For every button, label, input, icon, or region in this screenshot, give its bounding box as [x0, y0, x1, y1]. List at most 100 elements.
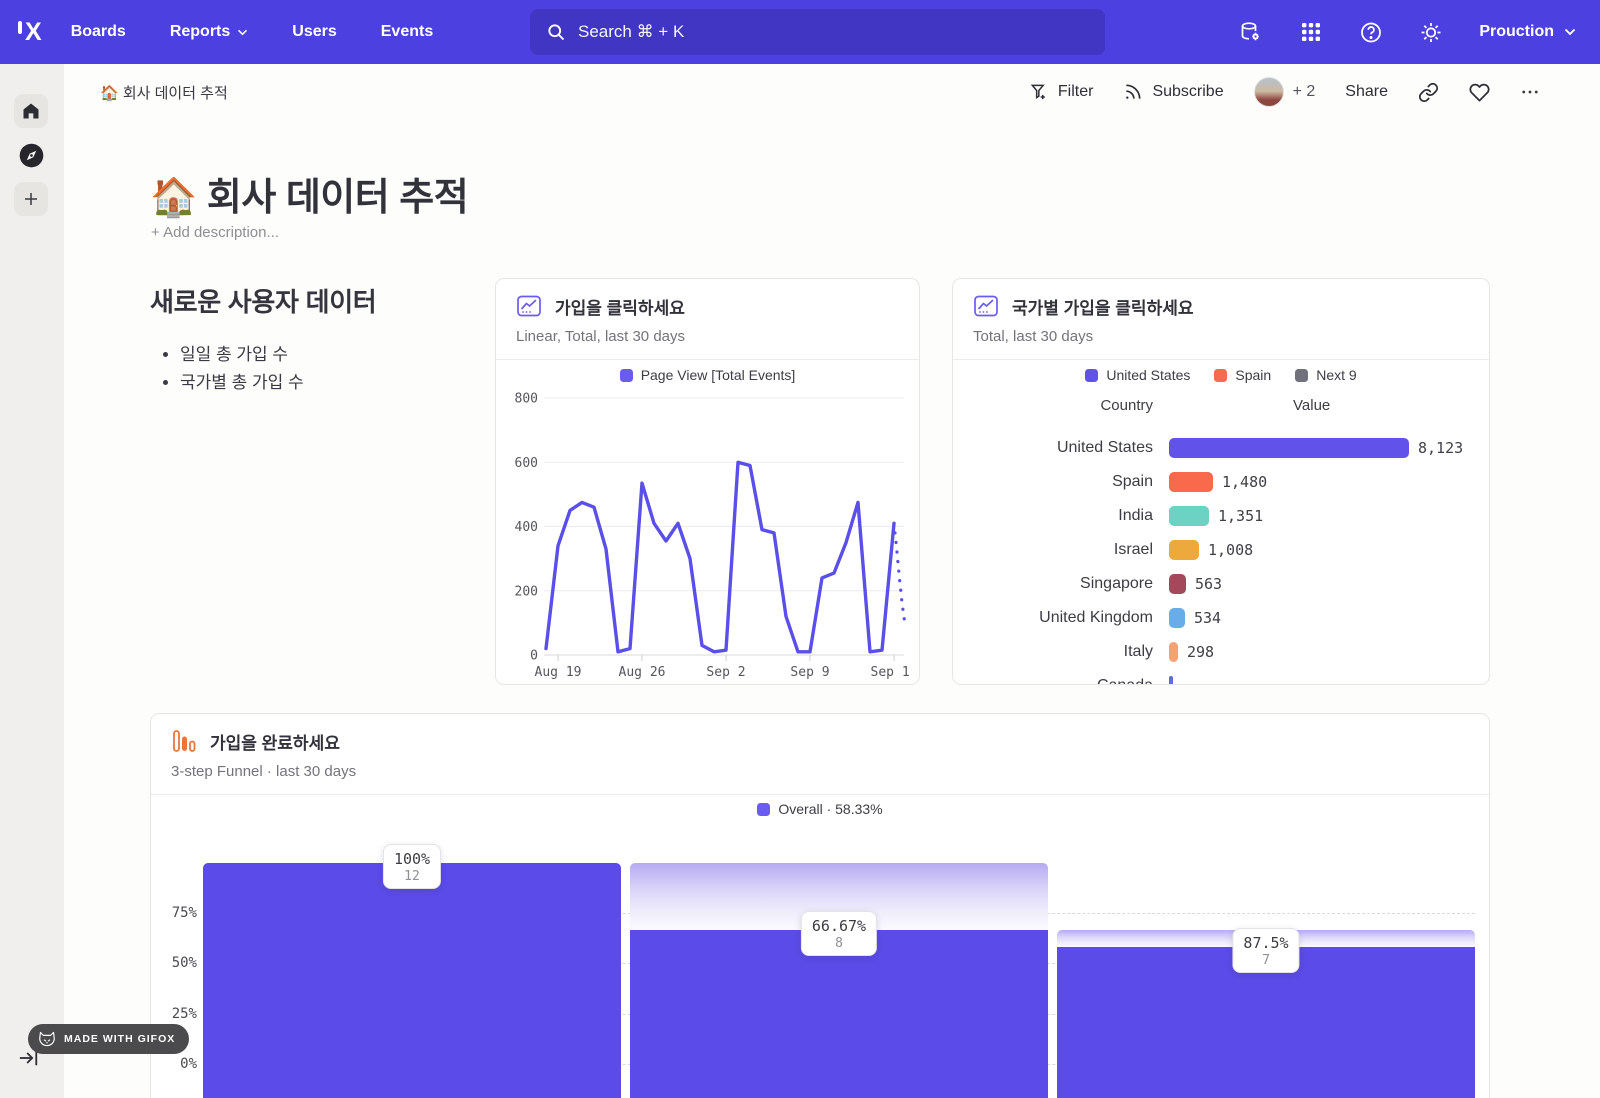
funnel-plot: Overall · 58.33% 75%50%25%0%100%1266.67%…: [151, 791, 1489, 1098]
nav-item-users[interactable]: Users: [292, 23, 336, 41]
svg-text:600: 600: [515, 456, 538, 471]
subscribe-label: Subscribe: [1152, 83, 1223, 101]
logo-x: X: [25, 18, 41, 47]
gifox-badge[interactable]: MADE WITH GIFOX: [28, 1024, 189, 1054]
svg-text:Sep 16: Sep 16: [871, 665, 909, 680]
country-bar: [1169, 608, 1185, 628]
country-name: United Kingdom: [953, 609, 1153, 627]
bar-card-title: 국가별 가입을 클릭하세요: [1012, 294, 1194, 319]
rss-icon: [1123, 82, 1143, 102]
bar-table-rows: United States8,123Spain1,480India1,351Is…: [953, 431, 1489, 685]
search-placeholder: Search ⌘ + K: [578, 22, 684, 42]
country-bar: [1169, 574, 1186, 594]
copy-link-button[interactable]: [1418, 82, 1439, 103]
funnel-converted-bar: [203, 863, 621, 1098]
data-management-icon[interactable]: [1239, 20, 1263, 44]
logo-bar: [18, 21, 22, 34]
funnel-chart-card[interactable]: 가입을 완료하세요 3-step Funnel · last 30 days O…: [150, 713, 1490, 1098]
text-card[interactable]: 새로운 사용자 데이터 일일 총 가입 수국가별 총 가입 수: [150, 282, 495, 397]
help-icon[interactable]: [1359, 20, 1383, 44]
country-row[interactable]: United Kingdom534: [953, 601, 1489, 635]
funnel-tooltip: 66.67%8: [801, 911, 877, 956]
search-input[interactable]: Search ⌘ + K: [530, 9, 1105, 55]
svg-text:Aug 26: Aug 26: [619, 665, 666, 680]
step-count: 8: [812, 936, 866, 951]
country-row[interactable]: Canada: [953, 669, 1489, 685]
bar-chart-card[interactable]: 국가별 가입을 클릭하세요 Total, last 30 days United…: [952, 278, 1490, 685]
country-row[interactable]: Spain1,480: [953, 465, 1489, 499]
mixpanel-logo-icon[interactable]: X: [18, 18, 41, 47]
country-name: Spain: [953, 473, 1153, 491]
project-selector[interactable]: Prouction: [1479, 23, 1576, 41]
svg-text:400: 400: [515, 520, 538, 535]
step-conversion-pct: 66.67%: [812, 917, 866, 935]
line-card-title: 가입을 클릭하세요: [555, 294, 685, 319]
country-bar: [1169, 642, 1178, 662]
country-column-header: Country: [953, 397, 1153, 414]
home-button[interactable]: [14, 94, 48, 128]
nav-item-reports[interactable]: Reports: [170, 23, 248, 41]
settings-gear-icon[interactable]: [1419, 20, 1443, 44]
nav-item-events[interactable]: Events: [381, 23, 433, 41]
funnel-step-bar[interactable]: 66.67%8: [630, 791, 1048, 1098]
funnel-report-icon: [171, 728, 197, 754]
line-chart-legend: Page View [Total Events]: [496, 367, 919, 383]
country-row[interactable]: India1,351: [953, 499, 1489, 533]
country-row[interactable]: United States8,123: [953, 431, 1489, 465]
collaborators[interactable]: + 2: [1254, 77, 1316, 107]
subscribe-button[interactable]: Subscribe: [1123, 82, 1223, 102]
line-chart-card[interactable]: 가입을 클릭하세요 Linear, Total, last 30 days Pa…: [495, 278, 920, 685]
line-chart-plot: 0200400600800Aug 19Aug 26Sep 2Sep 9Sep 1…: [504, 385, 909, 680]
avatar: [1254, 77, 1284, 107]
discover-button[interactable]: [14, 138, 48, 172]
bullet-item: 일일 총 가입 수: [180, 341, 495, 369]
legend-item[interactable]: United States: [1085, 367, 1190, 383]
funnel-step-bar[interactable]: 100%12: [203, 791, 621, 1098]
share-button[interactable]: Share: [1345, 83, 1388, 101]
apps-grid-icon[interactable]: [1299, 20, 1323, 44]
y-axis-label: 0%: [161, 1056, 197, 1072]
add-description-button[interactable]: + Add description...: [151, 224, 279, 241]
breadcrumb-label: 🏠 회사 데이터 추적: [100, 82, 228, 103]
legend-item[interactable]: Spain: [1214, 367, 1271, 383]
svg-text:800: 800: [515, 392, 538, 407]
ellipsis-icon: [1520, 82, 1540, 102]
country-row[interactable]: Israel1,008: [953, 533, 1489, 567]
gifox-label: MADE WITH GIFOX: [64, 1033, 175, 1045]
country-row[interactable]: Italy298: [953, 635, 1489, 669]
country-bar: [1169, 676, 1173, 685]
board-actions: Filter Subscribe + 2 Share: [1029, 77, 1540, 107]
funnel-card-subtitle: 3-step Funnel · last 30 days: [171, 763, 356, 780]
nav-item-boards[interactable]: Boards: [71, 23, 126, 41]
compass-icon: [18, 142, 45, 169]
bullet-item: 국가별 총 가입 수: [180, 369, 495, 397]
breadcrumb[interactable]: 🏠 회사 데이터 추적: [100, 82, 228, 103]
country-bar: [1169, 506, 1209, 526]
filter-button[interactable]: Filter: [1029, 82, 1094, 102]
bar-card-subtitle: Total, last 30 days: [973, 328, 1093, 345]
page-title[interactable]: 🏠 회사 데이터 추적: [150, 166, 468, 221]
country-value: 1,351: [1218, 507, 1263, 525]
create-new-button[interactable]: [14, 182, 48, 216]
svg-text:Sep 2: Sep 2: [706, 665, 745, 680]
filter-label: Filter: [1058, 83, 1094, 101]
legend-swatch: [1214, 369, 1227, 382]
step-conversion-pct: 100%: [394, 850, 430, 868]
more-options-button[interactable]: [1520, 82, 1540, 102]
country-name: Singapore: [953, 575, 1153, 593]
legend-item[interactable]: Page View [Total Events]: [620, 367, 796, 383]
funnel-step-bar[interactable]: 87.5%7: [1057, 791, 1475, 1098]
home-icon: [21, 101, 41, 121]
country-value: 298: [1187, 643, 1214, 661]
favorite-button[interactable]: [1469, 82, 1490, 103]
country-row[interactable]: Singapore563: [953, 567, 1489, 601]
bar-table-headers: Country Value: [953, 397, 1330, 414]
country-value: 1,008: [1208, 541, 1253, 559]
link-icon: [1418, 82, 1439, 103]
fox-icon: [38, 1031, 56, 1047]
legend-swatch: [1085, 369, 1098, 382]
legend-item[interactable]: Next 9: [1295, 367, 1356, 383]
value-column-header: Value: [1293, 397, 1330, 414]
search-icon: [546, 22, 566, 42]
funnel-tooltip: 100%12: [383, 844, 441, 889]
